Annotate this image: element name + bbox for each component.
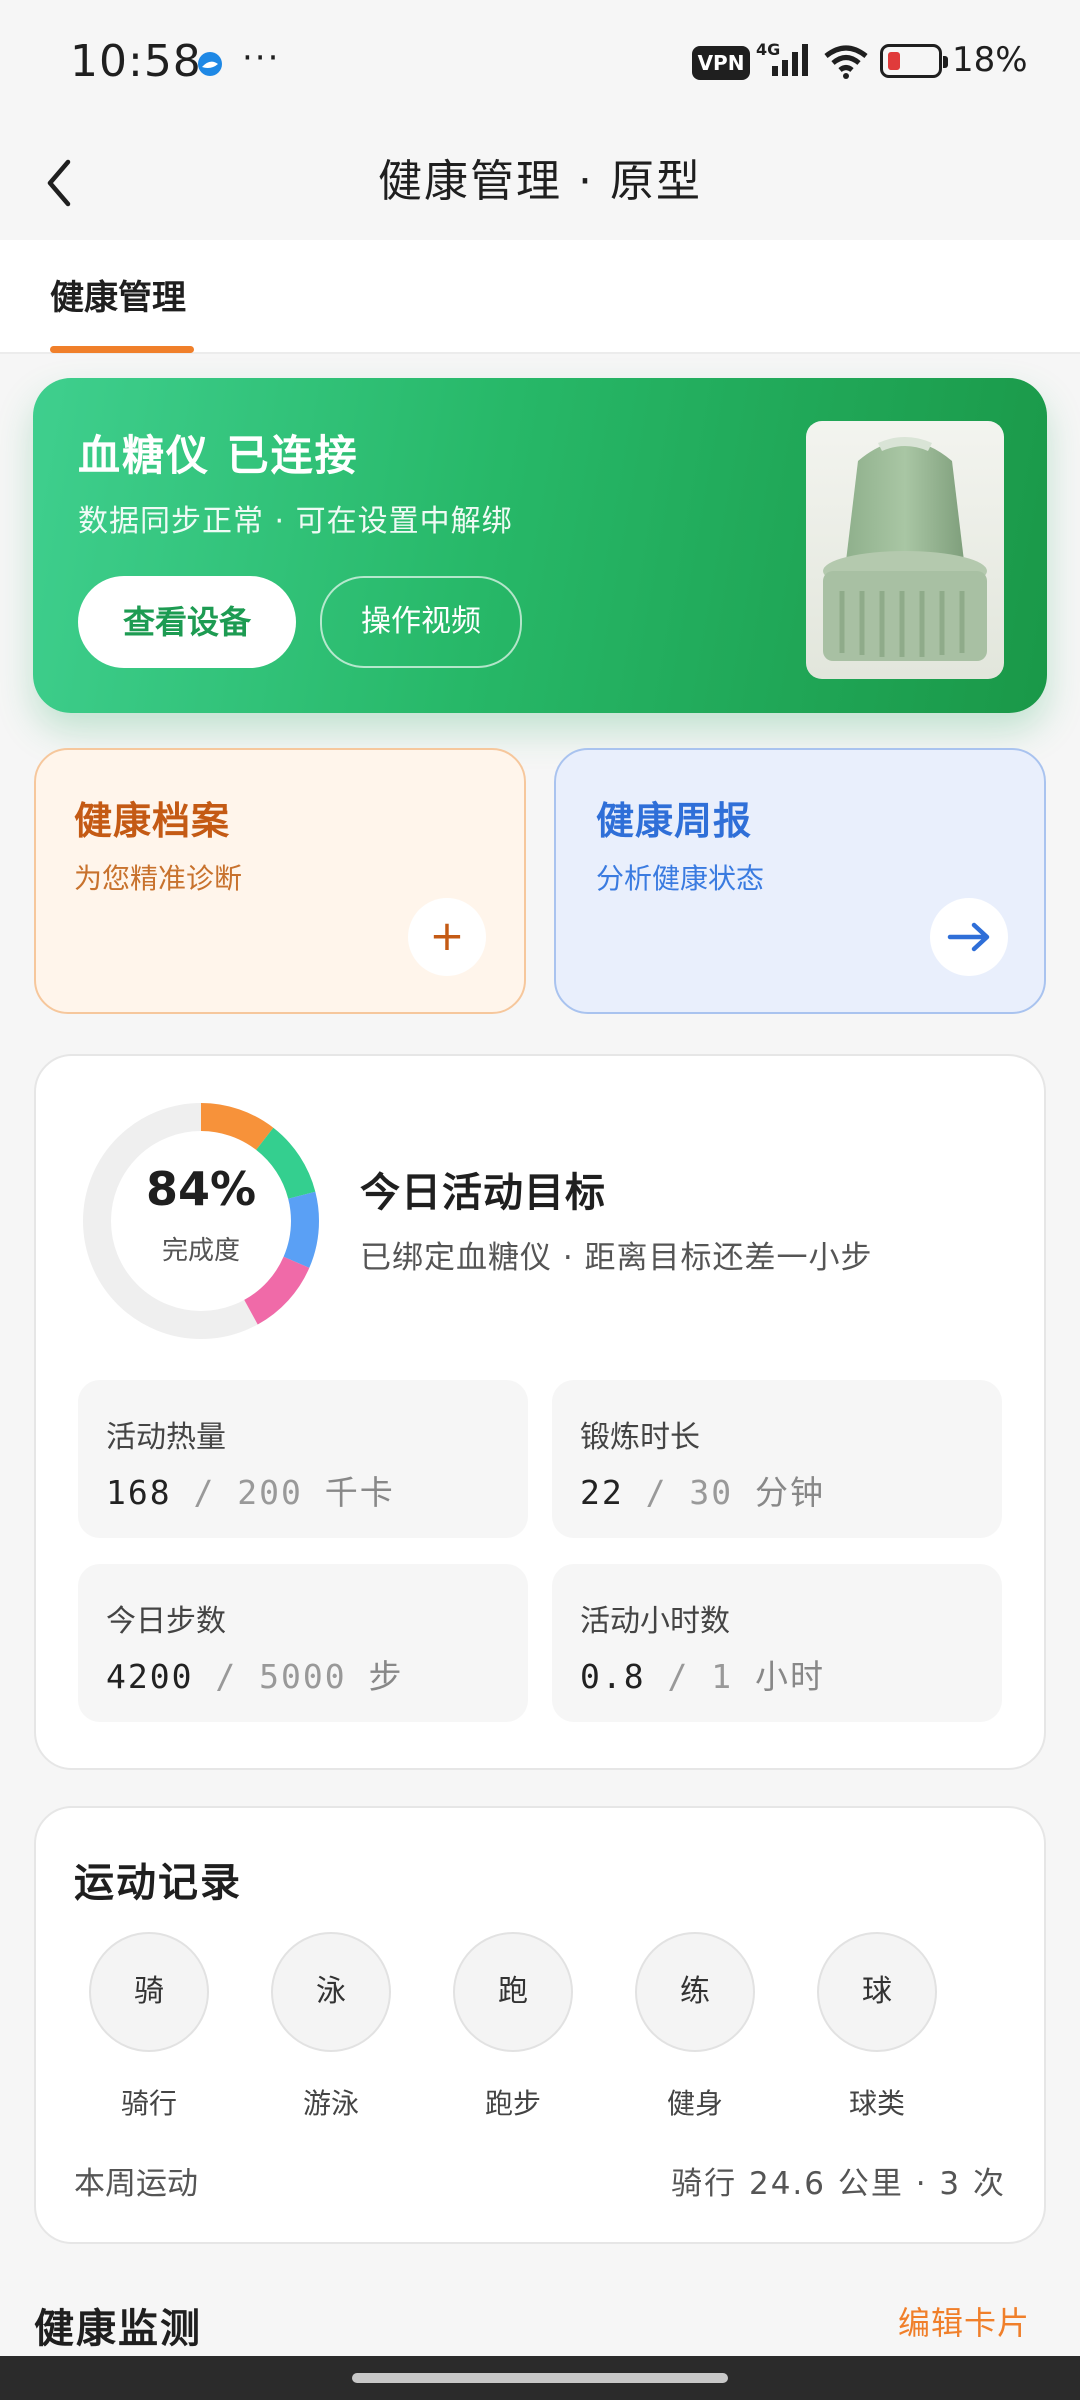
metric-label: 今日步数 (106, 1604, 226, 1639)
completion-label: 完成度 (161, 1236, 240, 1266)
weekly-exercise-value: 骑行 24.6 公里 · 3 次 (671, 2166, 1006, 2202)
activity-goal-title: 今日活动目标 (360, 1170, 606, 1216)
add-record-button[interactable]: + (408, 898, 486, 976)
exercise-record-title: 运动记录 (74, 1860, 242, 1906)
sport-ball-icon[interactable]: 球 (817, 1932, 937, 2052)
vpn-badge: VPN (692, 46, 750, 80)
metric-label: 活动小时数 (580, 1604, 730, 1639)
metric-exercise-time (552, 1380, 1002, 1538)
metric-steps (78, 1564, 528, 1722)
app-notification-icon (198, 52, 222, 76)
sport-label: 骑行 (120, 2087, 177, 2120)
battery-percent: 18% (952, 40, 1028, 80)
sport-label: 健身 (666, 2087, 723, 2120)
activity-goal-subtitle: 已绑定血糖仪 · 距离目标还差一小步 (360, 1240, 873, 1276)
sport-label: 跑步 (484, 2087, 541, 2120)
health-monitoring-title: 健康监测 (34, 2306, 202, 2352)
page-title: 健康管理 · 原型 (378, 156, 702, 207)
signal-icon (772, 44, 808, 76)
sport-fitness-icon[interactable]: 练 (635, 1932, 755, 2052)
tab-active-indicator (50, 346, 194, 353)
metric-active-hours (552, 1564, 1002, 1722)
edit-cards-link[interactable]: 编辑卡片 (898, 2298, 1030, 2344)
arrow-right-icon (947, 922, 990, 952)
weekly-report-subtitle: 分析健康状态 (596, 862, 765, 895)
metric-value: 0.8 / 1 小时 (580, 1657, 825, 1696)
wifi-icon (824, 45, 868, 79)
sport-swimming-icon[interactable]: 泳 (271, 1932, 391, 2052)
weekly-report-title: 健康周报 (596, 799, 753, 843)
sport-cycling-icon[interactable]: 骑 (89, 1932, 209, 2052)
status-time: 10:58 (70, 36, 202, 87)
metric-calories (78, 1380, 528, 1538)
device-subtitle: 数据同步正常 · 可在设置中解绑 (78, 504, 513, 539)
metric-value: 168 / 200 千卡 (106, 1473, 395, 1512)
completion-ring-chart (83, 1103, 319, 1339)
metric-label: 活动热量 (106, 1420, 226, 1455)
sport-running-icon[interactable]: 跑 (453, 1932, 573, 2052)
operation-video-button[interactable]: 操作视频 (320, 576, 522, 668)
health-record-title: 健康档案 (74, 799, 231, 843)
metric-label: 锻炼时长 (580, 1420, 700, 1455)
more-notifications-icon: ··· (242, 38, 281, 78)
tab-health-management[interactable]: 健康管理 (50, 270, 186, 319)
home-indicator[interactable] (352, 2373, 728, 2383)
weekly-exercise-label: 本周运动 (74, 2166, 198, 2202)
completion-percent: 84% (145, 1162, 257, 1216)
glucose-meter-image (806, 421, 1004, 679)
sport-label: 游泳 (302, 2087, 359, 2120)
sport-label: 球类 (848, 2087, 905, 2120)
device-title: 血糖仪 已连接 (78, 431, 359, 480)
metric-value: 22 / 30 分钟 (580, 1473, 825, 1512)
health-record-subtitle: 为您精准诊断 (74, 862, 243, 895)
battery-icon (880, 44, 948, 78)
metric-value: 4200 / 5000 步 (106, 1657, 404, 1696)
view-device-button[interactable]: 查看设备 (78, 576, 296, 668)
weekly-report-arrow-button[interactable] (930, 898, 1008, 976)
